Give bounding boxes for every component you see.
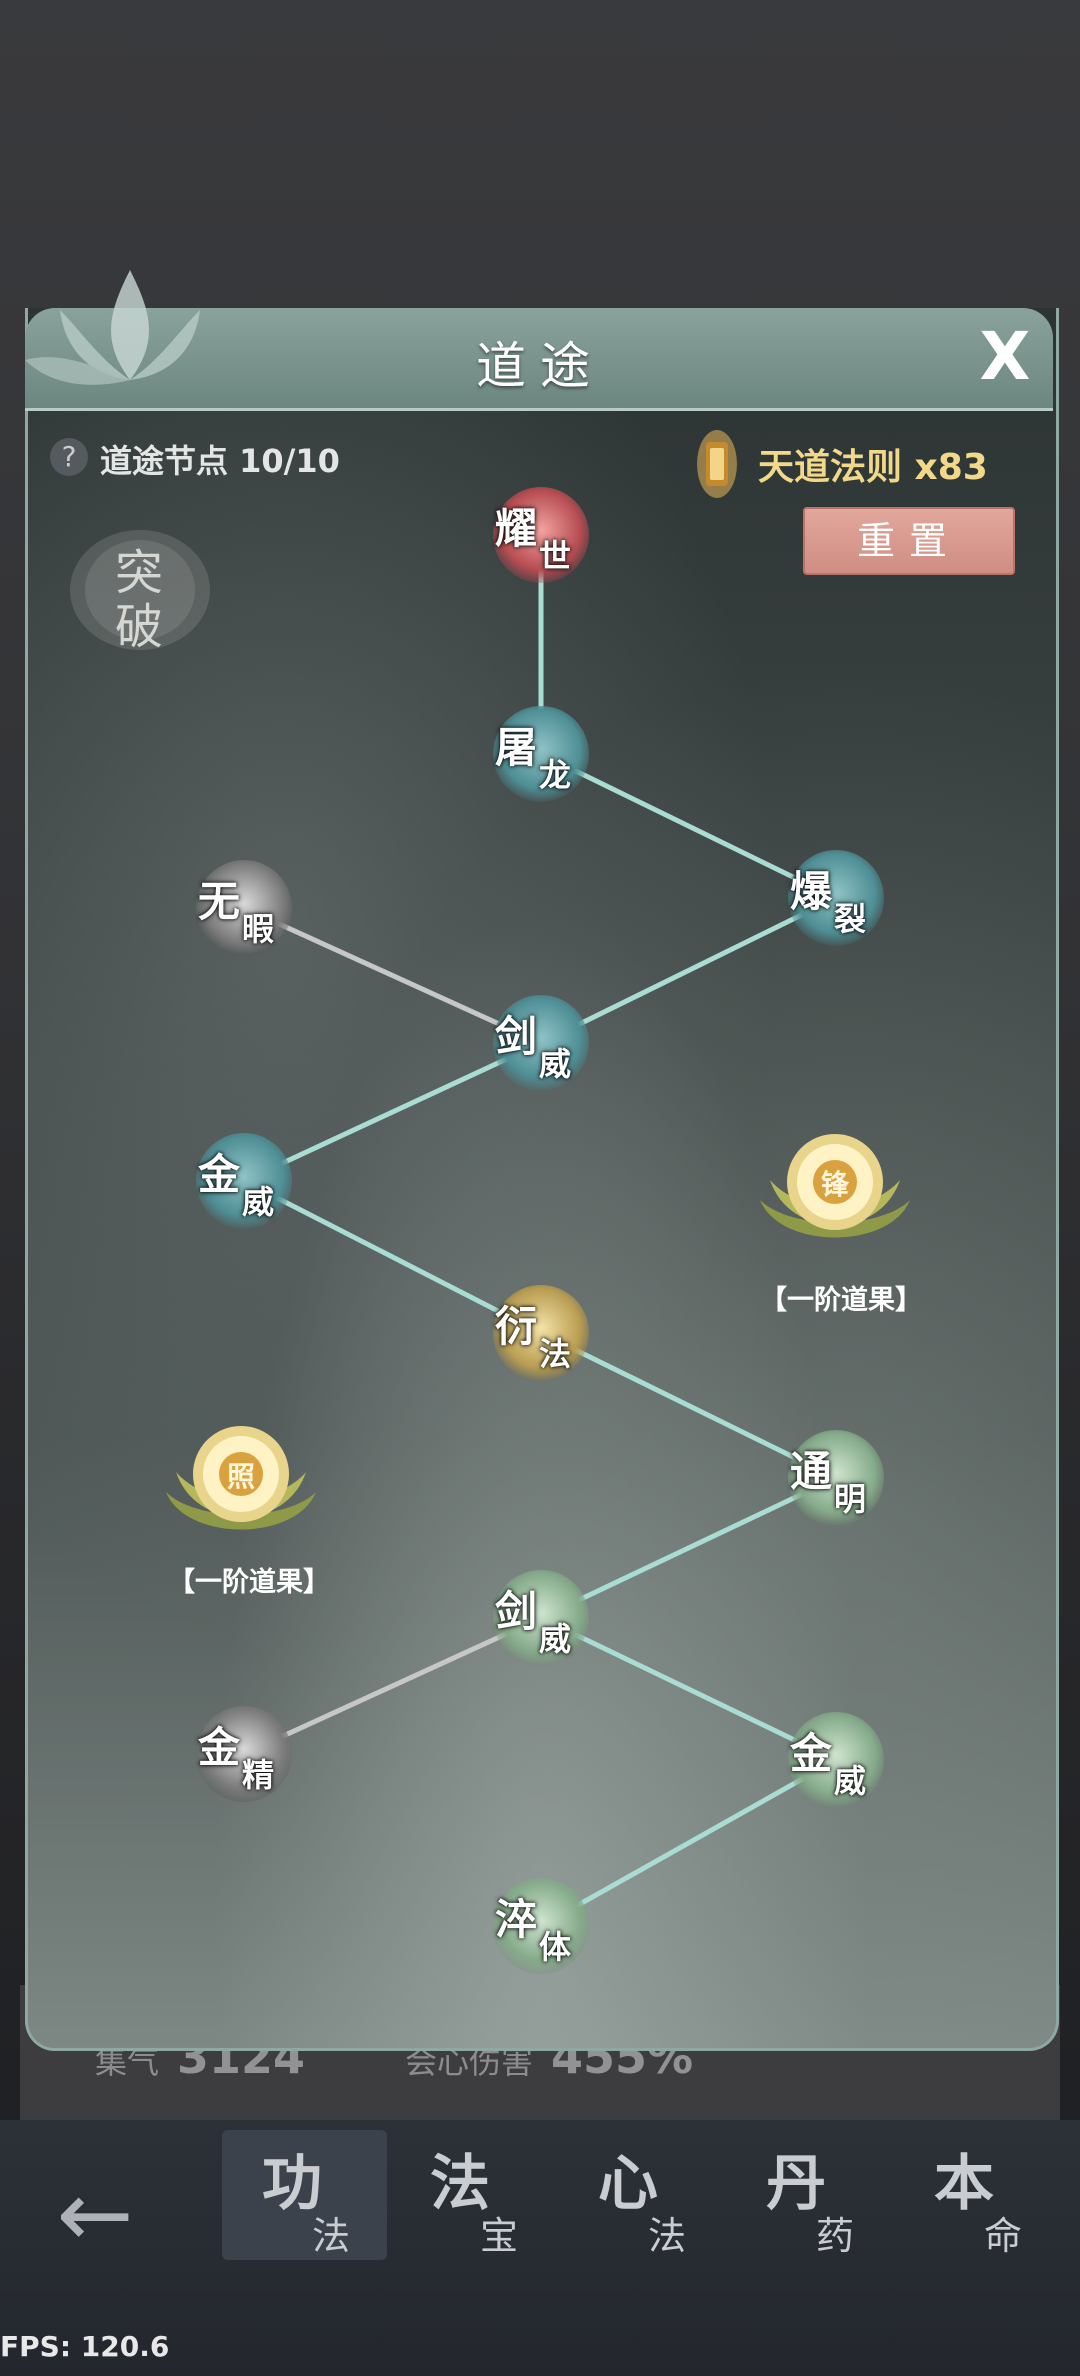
fruit-glyph: 锋 (821, 1168, 850, 1201)
node-jianwei-2[interactable]: 剑威 (493, 1570, 589, 1666)
node-char-1: 剑 (495, 1587, 538, 1636)
node-char-2: 体 (539, 1928, 572, 1966)
lotus-fruit-icon: 锋 (760, 1134, 910, 1238)
node-char-1: 爆 (790, 867, 833, 916)
node-char-2: 精 (242, 1756, 275, 1794)
node-char-1: 剑 (495, 1012, 538, 1061)
dao-fruit-label: 【一阶道果】 (168, 1567, 330, 1598)
path-line (539, 1475, 838, 1621)
node-yaoshi[interactable]: 耀世 (493, 487, 589, 583)
node-char-1: 金 (790, 1729, 833, 1778)
node-jinwei-2[interactable]: 金威 (788, 1712, 884, 1808)
node-char-1: 金 (198, 1723, 241, 1772)
path-line (539, 895, 838, 1046)
node-jinwei-1[interactable]: 金威 (196, 1133, 292, 1229)
node-char-1: 衍 (495, 1302, 538, 1351)
node-char-2: 威 (834, 1762, 867, 1800)
node-tongming[interactable]: 通明 (788, 1430, 884, 1526)
node-char-2: 暇 (242, 910, 275, 948)
node-char-2: 威 (539, 1045, 572, 1083)
dao-fruit-zhao[interactable]: 照 (156, 1412, 326, 1552)
node-char-2: 世 (539, 537, 572, 575)
node-char-1: 金 (198, 1150, 241, 1199)
node-char-1: 屠 (495, 723, 538, 772)
node-char-2: 法 (539, 1335, 572, 1373)
node-yanfa[interactable]: 衍法 (493, 1285, 589, 1381)
node-baolie[interactable]: 爆裂 (788, 850, 884, 946)
lotus-fruit-icon: 照 (166, 1426, 316, 1530)
node-char-1: 无 (198, 877, 241, 926)
path-line (539, 1757, 838, 1929)
dao-fruit-label: 【一阶道果】 (760, 1285, 922, 1316)
node-char-2: 明 (834, 1480, 867, 1518)
node-cuiti[interactable]: 淬体 (493, 1878, 589, 1974)
node-jinjing[interactable]: 金精 (196, 1706, 292, 1802)
node-jianwei-1[interactable]: 剑威 (493, 995, 589, 1091)
node-char-2: 龙 (539, 756, 572, 794)
node-char-2: 威 (539, 1620, 572, 1658)
node-char-1: 通 (790, 1447, 833, 1496)
fruit-glyph: 照 (227, 1460, 255, 1493)
node-char-2: 威 (242, 1183, 275, 1221)
node-char-1: 耀 (495, 504, 538, 553)
node-wuxia[interactable]: 无暇 (196, 860, 292, 956)
dao-fruit-feng[interactable]: 锋 (750, 1120, 920, 1260)
node-tulong[interactable]: 屠龙 (493, 706, 589, 802)
node-char-2: 裂 (834, 900, 867, 938)
node-char-1: 淬 (495, 1895, 538, 1944)
